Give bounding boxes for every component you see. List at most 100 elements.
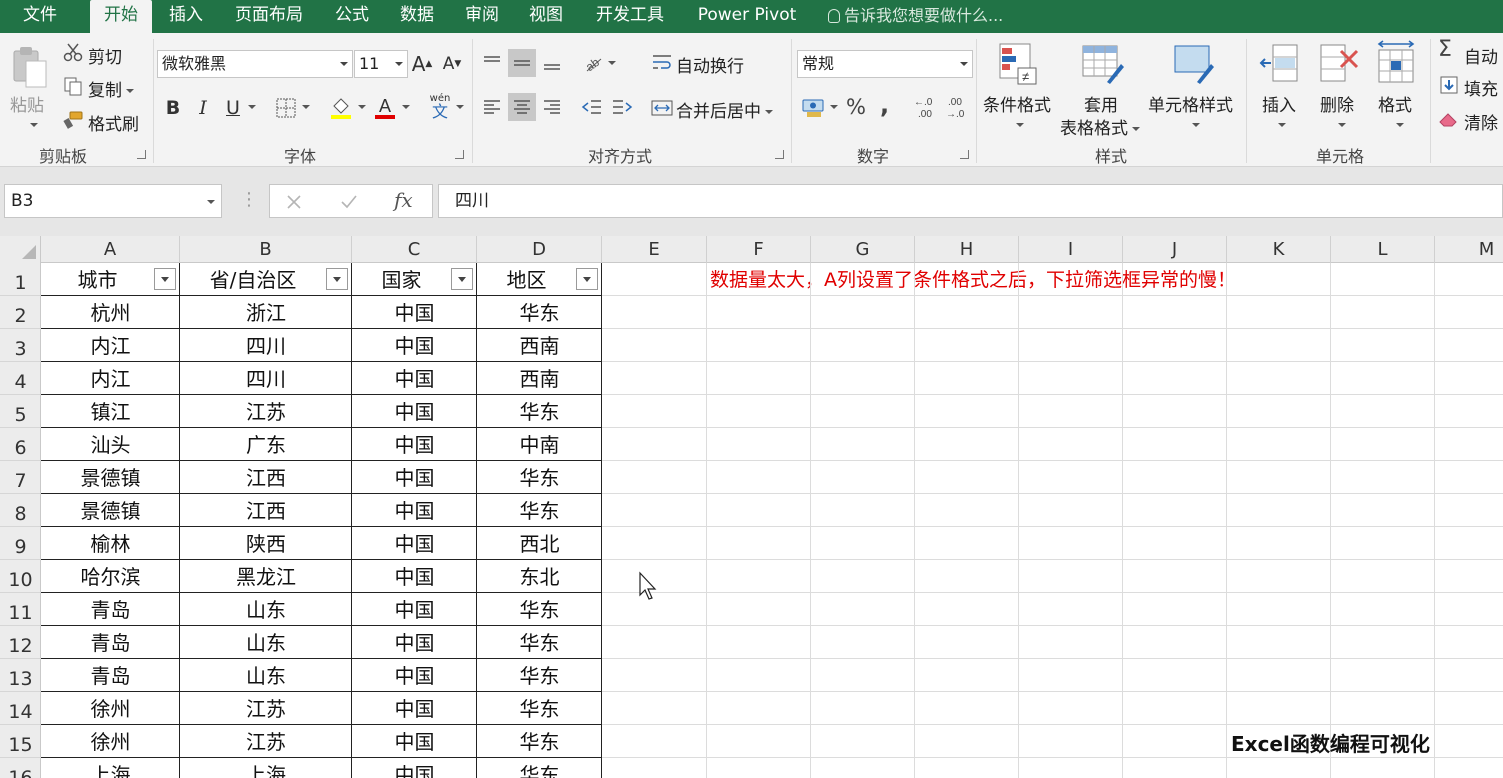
column-header-d[interactable]: D <box>477 236 602 263</box>
row-header-7[interactable]: 7 <box>0 461 41 494</box>
tab-review[interactable]: 审阅 <box>454 0 510 33</box>
table-cell[interactable]: 江苏 <box>180 725 352 758</box>
table-cell[interactable]: 杭州 <box>41 296 180 329</box>
tab-power-pivot[interactable]: Power Pivot <box>688 0 806 33</box>
table-cell[interactable]: 中国 <box>352 329 477 362</box>
table-cell[interactable]: 华东 <box>477 692 602 725</box>
decrease-font-icon[interactable]: A ▼ <box>440 50 464 78</box>
orientation-dropdown[interactable] <box>604 53 616 73</box>
tab-view[interactable]: 视图 <box>518 0 574 33</box>
bold-icon[interactable]: B <box>162 95 184 121</box>
format-painter-button[interactable]: 格式刷 <box>88 110 139 135</box>
table-cell[interactable]: 景德镇 <box>41 461 180 494</box>
align-bottom-icon[interactable] <box>538 49 566 77</box>
table-cell[interactable]: 中国 <box>352 494 477 527</box>
currency-icon[interactable] <box>800 95 828 121</box>
table-cell[interactable]: 山东 <box>180 626 352 659</box>
tab-home[interactable]: 开始 <box>90 0 152 33</box>
insert-cells-icon[interactable] <box>1258 41 1302 87</box>
tell-me-search[interactable]: 告诉我您想要做什么... <box>828 0 1003 33</box>
cell-styles-icon[interactable] <box>1170 41 1218 87</box>
table-cell[interactable]: 中国 <box>352 461 477 494</box>
table-cell[interactable]: 东北 <box>477 560 602 593</box>
table-cell[interactable]: 华东 <box>477 593 602 626</box>
percent-style-button[interactable]: % <box>846 95 866 119</box>
comma-style-button[interactable]: , <box>880 91 889 119</box>
delete-cells-icon[interactable] <box>1316 41 1362 87</box>
align-center-icon[interactable] <box>508 93 536 121</box>
column-header-j[interactable]: J <box>1123 236 1227 263</box>
paste-dropdown[interactable] <box>26 115 38 135</box>
table-cell[interactable]: 山东 <box>180 593 352 626</box>
tab-developer[interactable]: 开发工具 <box>584 0 676 33</box>
filter-dropdown-icon[interactable] <box>326 268 348 290</box>
table-header-cell[interactable]: 省/自治区 <box>180 263 326 296</box>
autosum-icon[interactable]: Σ <box>1438 37 1452 62</box>
format-cells-icon[interactable] <box>1374 39 1418 87</box>
table-cell[interactable]: 榆林 <box>41 527 180 560</box>
italic-icon[interactable]: I <box>192 95 214 121</box>
table-cell[interactable]: 中南 <box>477 428 602 461</box>
table-cell[interactable]: 西北 <box>477 527 602 560</box>
conditional-formatting-dropdown[interactable] <box>1012 115 1024 135</box>
phonetic-dropdown[interactable] <box>452 97 464 117</box>
table-cell[interactable]: 中国 <box>352 626 477 659</box>
column-header-m[interactable]: M <box>1435 236 1503 263</box>
tab-data[interactable]: 数据 <box>388 0 446 33</box>
table-cell[interactable]: 中国 <box>352 725 477 758</box>
row-header-1[interactable]: 1 <box>0 263 41 296</box>
increase-font-icon[interactable]: A ▲ <box>410 50 434 78</box>
decrease-indent-icon[interactable] <box>578 93 606 121</box>
filter-dropdown-icon[interactable] <box>154 268 176 290</box>
table-cell[interactable]: 中国 <box>352 659 477 692</box>
underline-dropdown[interactable] <box>244 97 256 117</box>
merge-center-button[interactable]: 合并后居中 <box>676 97 773 122</box>
table-cell[interactable]: 中国 <box>352 758 477 778</box>
format-as-table-icon[interactable] <box>1080 41 1126 87</box>
paste-button[interactable] <box>8 41 52 97</box>
column-header-l[interactable]: L <box>1331 236 1435 263</box>
select-all-button[interactable] <box>0 236 41 263</box>
eraser-icon[interactable] <box>1438 107 1460 131</box>
wrap-text-button[interactable]: 自动换行 <box>676 52 744 77</box>
table-cell[interactable]: 内江 <box>41 362 180 395</box>
table-cell[interactable]: 山东 <box>180 659 352 692</box>
column-header-e[interactable]: E <box>602 236 707 263</box>
font-name-select[interactable]: 微软雅黑 <box>157 50 353 78</box>
table-cell[interactable]: 江西 <box>180 494 352 527</box>
table-cell[interactable]: 中国 <box>352 296 477 329</box>
format-cells-button[interactable]: 格式 <box>1378 91 1412 116</box>
insert-cells-button[interactable]: 插入 <box>1262 91 1296 116</box>
table-cell[interactable]: 华东 <box>477 725 602 758</box>
align-left-icon[interactable] <box>478 93 506 121</box>
number-format-select[interactable]: 常规 <box>797 50 973 78</box>
wrap-text-icon[interactable] <box>650 50 674 76</box>
format-cells-dropdown[interactable] <box>1392 115 1404 135</box>
formula-input[interactable]: 四川 <box>438 184 1503 218</box>
table-cell[interactable]: 景德镇 <box>41 494 180 527</box>
delete-cells-dropdown[interactable] <box>1334 115 1346 135</box>
column-header-f[interactable]: F <box>707 236 811 263</box>
table-cell[interactable]: 上海 <box>180 758 352 778</box>
row-header-10[interactable]: 10 <box>0 560 41 593</box>
table-cell[interactable]: 四川 <box>180 362 352 395</box>
table-cell[interactable]: 青岛 <box>41 659 180 692</box>
row-header-16[interactable]: 16 <box>0 758 41 778</box>
cancel-icon[interactable] <box>286 194 302 210</box>
table-cell[interactable]: 华东 <box>477 626 602 659</box>
table-cell[interactable]: 中国 <box>352 362 477 395</box>
fill-color-icon[interactable] <box>328 93 354 121</box>
underline-icon[interactable]: U <box>222 95 244 121</box>
table-cell[interactable]: 哈尔滨 <box>41 560 180 593</box>
font-color-icon[interactable]: A <box>372 93 398 121</box>
table-cell[interactable]: 江西 <box>180 461 352 494</box>
formula-bar-grip-icon[interactable]: ⋮ <box>240 189 258 210</box>
table-cell[interactable]: 华东 <box>477 296 602 329</box>
table-cell[interactable]: 西南 <box>477 362 602 395</box>
note-cell-f1[interactable]: 数据量太大，A列设置了条件格式之后，下拉筛选框异常的慢！ <box>710 263 1236 296</box>
align-top-icon[interactable] <box>478 49 506 77</box>
table-cell[interactable]: 浙江 <box>180 296 352 329</box>
number-launcher-icon[interactable] <box>960 150 969 159</box>
table-cell[interactable]: 汕头 <box>41 428 180 461</box>
row-header-11[interactable]: 11 <box>0 593 41 626</box>
